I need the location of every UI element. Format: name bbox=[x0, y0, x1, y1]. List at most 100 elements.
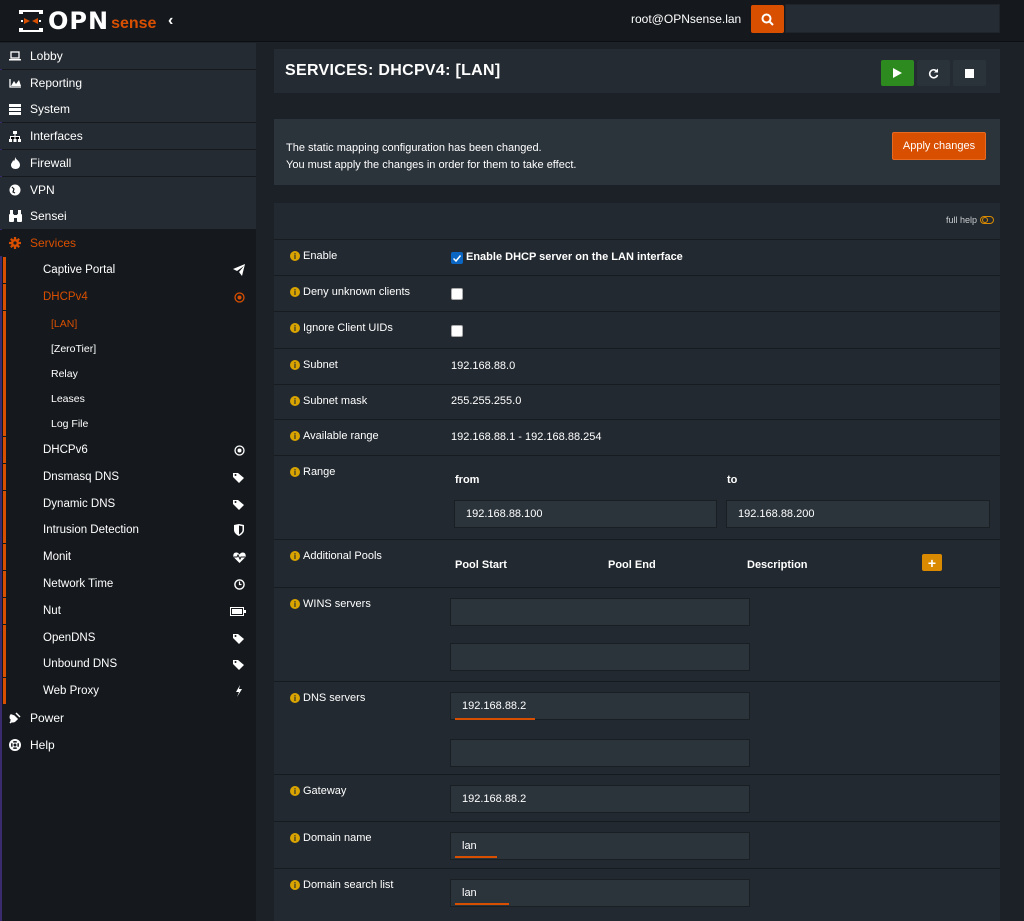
wins-server-1-input[interactable] bbox=[450, 598, 750, 626]
restart-service-button[interactable] bbox=[917, 60, 950, 86]
sidebar-item-dhcpv4-zerotier[interactable]: [ZeroTier] bbox=[3, 336, 256, 361]
enable-checkbox[interactable] bbox=[451, 252, 463, 264]
collapse-sidebar-icon[interactable]: ‹ bbox=[168, 12, 182, 30]
logo-text: OPN bbox=[48, 7, 110, 35]
dns-server-1-input[interactable]: 192.168.88.2 bbox=[450, 692, 750, 720]
sidebar-item-sensei[interactable]: Sensei bbox=[0, 203, 256, 229]
range-label: i Range bbox=[290, 466, 335, 478]
apply-changes-notice: The static mapping configuration has bee… bbox=[274, 119, 1000, 185]
sidebar-item-web-proxy[interactable]: Web Proxy bbox=[3, 678, 256, 704]
sidebar-item-reporting[interactable]: Reporting bbox=[0, 70, 256, 96]
sidebar-item-nut[interactable]: Nut bbox=[3, 598, 256, 624]
sidebar-item-dhcpv4-leases[interactable]: Leases bbox=[3, 386, 256, 411]
dns-server-2-input[interactable] bbox=[450, 739, 750, 767]
tags-icon bbox=[232, 657, 246, 671]
sidebar-item-label: Unbound DNS bbox=[43, 658, 118, 670]
top-navbar: OPN sense ‹ root@OPNsense.lan bbox=[0, 0, 1024, 42]
info-icon[interactable]: i bbox=[290, 599, 300, 609]
sidebar-item-dhcpv6[interactable]: DHCPv6 bbox=[3, 437, 256, 463]
info-icon[interactable]: i bbox=[290, 431, 300, 441]
full-help-label: full help bbox=[945, 215, 977, 225]
info-icon[interactable]: i bbox=[290, 467, 300, 477]
refresh-icon bbox=[928, 68, 939, 79]
sidebar-item-help[interactable]: Help bbox=[0, 732, 256, 758]
search-input[interactable] bbox=[785, 4, 1000, 33]
subnet-label: i Subnet bbox=[290, 359, 338, 371]
info-icon[interactable]: i bbox=[290, 287, 300, 297]
sidebar-item-firewall[interactable]: Firewall bbox=[0, 150, 256, 176]
sidebar-item-lobby[interactable]: Lobby bbox=[0, 43, 256, 69]
available-range-value: 192.168.88.1 - 192.168.88.254 bbox=[451, 431, 602, 443]
info-icon[interactable]: i bbox=[290, 323, 300, 333]
sidebar-item-monit[interactable]: Monit bbox=[3, 544, 256, 570]
sidebar-item-captive-portal[interactable]: Captive Portal bbox=[3, 257, 256, 283]
check-icon bbox=[453, 254, 461, 262]
sidebar-item-label: Dnsmasq DNS bbox=[43, 471, 120, 483]
sidebar-item-vpn[interactable]: VPN bbox=[0, 177, 256, 203]
sidebar-item-services[interactable]: Services bbox=[0, 230, 256, 256]
main-content: SERVICES: DHCPV4: [LAN] The static mappi… bbox=[256, 43, 1024, 921]
apply-changes-button[interactable]: Apply changes bbox=[892, 132, 986, 160]
highlight-underline bbox=[455, 856, 497, 858]
sidebar-item-interfaces[interactable]: Interfaces bbox=[0, 123, 256, 149]
subnet-mask-value: 255.255.255.0 bbox=[451, 395, 522, 407]
sidebar-item-label: Intrusion Detection bbox=[43, 524, 139, 536]
info-icon[interactable]: i bbox=[290, 551, 300, 561]
stop-service-button[interactable] bbox=[953, 60, 986, 86]
area-chart-icon bbox=[8, 76, 22, 90]
info-icon[interactable]: i bbox=[290, 786, 300, 796]
highlight-underline bbox=[455, 903, 509, 905]
dhcp-settings-form: full help i Enable Enable DHCP server on … bbox=[274, 203, 1000, 921]
sidebar-item-opendns[interactable]: OpenDNS bbox=[3, 625, 256, 651]
sidebar-item-system[interactable]: System bbox=[0, 96, 256, 122]
additional-pools-row: i Additional Pools Pool Start Pool End De… bbox=[274, 539, 1000, 587]
sidebar-item-network-time[interactable]: Network Time bbox=[3, 571, 256, 597]
deny-unknown-checkbox[interactable] bbox=[451, 288, 463, 300]
notice-line-2: You must apply the changes in order for … bbox=[286, 159, 577, 171]
wins-servers-label: i WINS servers bbox=[290, 598, 371, 610]
info-icon[interactable]: i bbox=[290, 396, 300, 406]
sidebar-item-label: OpenDNS bbox=[43, 632, 96, 644]
sidebar-item-dhcpv4-lan[interactable]: [LAN] bbox=[3, 311, 256, 336]
bullseye-icon bbox=[232, 443, 246, 457]
search-button[interactable] bbox=[751, 5, 784, 33]
tags-icon bbox=[232, 631, 246, 645]
domain-name-label: i Domain name bbox=[290, 832, 371, 844]
sidebar-item-dhcpv4-relay[interactable]: Relay bbox=[3, 361, 256, 386]
full-help-toggle[interactable]: full help bbox=[946, 215, 994, 225]
cog-icon bbox=[8, 236, 22, 250]
sidebar-item-dhcpv4-log-file[interactable]: Log File bbox=[3, 411, 256, 436]
opnsense-logo[interactable]: OPN sense bbox=[18, 7, 156, 35]
sidebar-item-label: Services bbox=[30, 236, 77, 250]
range-to-input[interactable]: 192.168.88.200 bbox=[726, 500, 990, 528]
info-icon[interactable]: i bbox=[290, 251, 300, 261]
user-label[interactable]: root@OPNsense.lan bbox=[631, 12, 741, 26]
sidebar-item-power[interactable]: Power bbox=[0, 705, 256, 731]
sidebar-item-label: Power bbox=[30, 711, 65, 725]
add-pool-button[interactable]: + bbox=[922, 554, 942, 571]
tags-icon bbox=[232, 497, 246, 511]
pool-end-header: Pool End bbox=[608, 559, 656, 571]
info-icon[interactable]: i bbox=[290, 880, 300, 890]
info-icon[interactable]: i bbox=[290, 833, 300, 843]
sidebar-item-intrusion-detection[interactable]: Intrusion Detection bbox=[3, 517, 256, 543]
gateway-input[interactable]: 192.168.88.2 bbox=[450, 785, 750, 813]
range-from-input[interactable]: 192.168.88.100 bbox=[454, 500, 717, 528]
additional-pools-label: i Additional Pools bbox=[290, 550, 382, 562]
wins-server-2-input[interactable] bbox=[450, 643, 750, 671]
sidebar: Lobby Reporting System Interfaces Firewa… bbox=[0, 43, 256, 921]
sidebar-item-label: Firewall bbox=[30, 156, 72, 170]
dns-servers-label: i DNS servers bbox=[290, 692, 365, 704]
info-icon[interactable]: i bbox=[290, 360, 300, 370]
start-service-button[interactable] bbox=[881, 60, 914, 86]
gateway-row: i Gateway 192.168.88.2 bbox=[274, 774, 1000, 821]
sidebar-item-dhcpv4[interactable]: DHCPv4 bbox=[3, 284, 256, 310]
info-icon[interactable]: i bbox=[290, 693, 300, 703]
paper-plane-icon bbox=[232, 263, 246, 277]
search-icon bbox=[761, 13, 774, 26]
description-header: Description bbox=[747, 559, 808, 571]
sidebar-item-dynamic-dns[interactable]: Dynamic DNS bbox=[3, 491, 256, 517]
sidebar-item-unbound-dns[interactable]: Unbound DNS bbox=[3, 651, 256, 677]
ignore-uids-checkbox[interactable] bbox=[451, 325, 463, 337]
sidebar-item-dnsmasq-dns[interactable]: Dnsmasq DNS bbox=[3, 464, 256, 490]
